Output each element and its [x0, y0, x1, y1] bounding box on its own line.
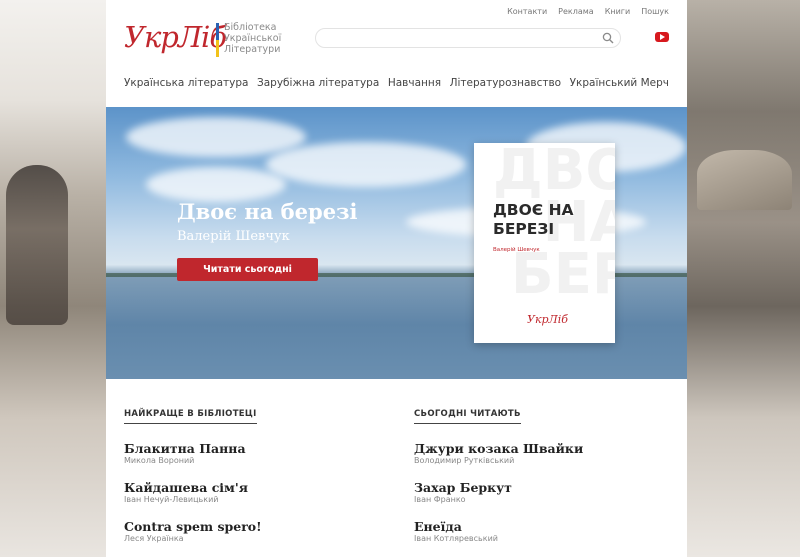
logo-subtitle-line: Літератури	[224, 44, 281, 55]
book-author[interactable]: Іван Нечуй-Левицький	[124, 495, 262, 505]
hero-author[interactable]: Валерій Шевчук	[177, 229, 290, 244]
page: УкрЛіб Бібліотека Української Літератури…	[106, 0, 687, 557]
book-title[interactable]: Джури козака Швайки	[414, 441, 583, 456]
book-title[interactable]: Блакитна Панна	[124, 441, 262, 456]
logo-flag-bar	[216, 23, 219, 57]
top-link-contacts[interactable]: Контакти	[507, 7, 547, 16]
read-today-button[interactable]: Читати сьогодні	[177, 258, 318, 281]
youtube-icon[interactable]	[655, 32, 669, 42]
list-item[interactable]: Захар Беркут Іван Франко	[414, 480, 583, 505]
header: УкрЛіб Бібліотека Української Літератури…	[106, 0, 687, 107]
book-author[interactable]: Микола Вороний	[124, 456, 262, 466]
section-heading: СЬОГОДНІ ЧИТАЮТЬ	[414, 409, 521, 424]
book-cover[interactable]: ДВО НА БЕР ДВОЄ НА БЕРЕЗІ Валерій Шевчук…	[474, 143, 615, 343]
cloud	[126, 117, 306, 157]
nav-item-ukrainian-literature[interactable]: Українська література	[124, 77, 248, 89]
background-left-photo	[0, 0, 106, 557]
book-author[interactable]: Володимир Рутківський	[414, 456, 583, 466]
nav-item-literary-studies[interactable]: Літературознавство	[450, 77, 561, 89]
nav-item-education[interactable]: Навчання	[388, 77, 441, 89]
section-heading: НАЙКРАЩЕ В БІБЛІОТЕЦІ	[124, 409, 257, 424]
nav-item-foreign-literature[interactable]: Зарубіжна література	[257, 77, 379, 89]
book-author[interactable]: Іван Котляревський	[414, 534, 583, 544]
cloud	[146, 167, 286, 202]
book-title[interactable]: Кайдашева сім'я	[124, 480, 262, 495]
background-figure	[6, 165, 68, 325]
hero-banner: Двоє на березі Валерій Шевчук Читати сьо…	[106, 107, 687, 379]
search-input[interactable]	[315, 28, 621, 48]
best-in-library-section: НАЙКРАЩЕ В БІБЛІОТЕЦІ Блакитна Панна Мик…	[124, 401, 262, 544]
top-link-ads[interactable]: Реклама	[558, 7, 594, 16]
nav-item-merch[interactable]: Український Мерч	[570, 77, 669, 89]
book-title[interactable]: Захар Беркут	[414, 480, 583, 495]
list-item[interactable]: Блакитна Панна Микола Вороний	[124, 441, 262, 466]
book-title[interactable]: Contra spem spero!	[124, 519, 262, 534]
reading-today-section: СЬОГОДНІ ЧИТАЮТЬ Джури козака Швайки Вол…	[414, 401, 583, 544]
cloud	[266, 142, 466, 187]
logo-subtitle: Бібліотека Української Літератури	[224, 22, 304, 55]
list-item[interactable]: Contra spem spero! Леся Українка	[124, 519, 262, 544]
top-link-search[interactable]: Пошук	[641, 7, 669, 16]
logo-subtitle-line: Бібліотека	[224, 22, 277, 33]
book-author[interactable]: Іван Франко	[414, 495, 583, 505]
background-hut	[697, 150, 792, 210]
book-cover-logo: УкрЛіб	[527, 313, 568, 326]
main-nav: Українська література Зарубіжна літерату…	[124, 77, 669, 89]
background-right-photo	[687, 0, 800, 557]
site-logo[interactable]: УкрЛіб	[124, 20, 227, 54]
book-cover-author: Валерій Шевчук	[493, 247, 540, 253]
list-item[interactable]: Кайдашева сім'я Іван Нечуй-Левицький	[124, 480, 262, 505]
search-icon[interactable]	[602, 32, 614, 44]
logo-subtitle-line: Української	[224, 33, 282, 44]
top-links: Контакти Реклама Книги Пошук	[507, 7, 669, 16]
book-author[interactable]: Леся Українка	[124, 534, 262, 544]
book-title[interactable]: Енеїда	[414, 519, 583, 534]
book-cover-title: ДВОЄ НА БЕРЕЗІ	[493, 201, 574, 238]
list-item[interactable]: Енеїда Іван Котляревський	[414, 519, 583, 544]
hero-title[interactable]: Двоє на березі	[177, 199, 357, 224]
top-link-books[interactable]: Книги	[605, 7, 631, 16]
list-item[interactable]: Джури козака Швайки Володимир Рутківськи…	[414, 441, 583, 466]
